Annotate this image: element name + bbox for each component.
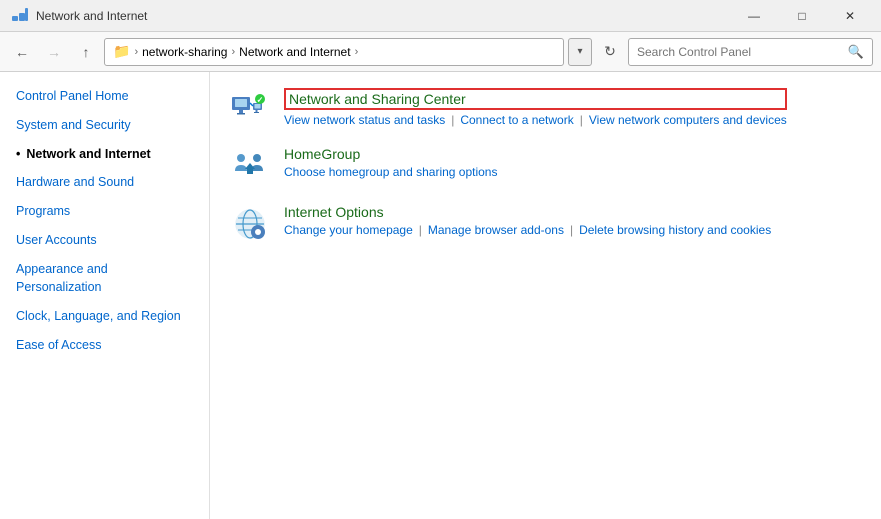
- up-button[interactable]: ↑: [72, 38, 100, 66]
- sidebar-item-network-internet[interactable]: Network and Internet: [0, 140, 209, 169]
- homegroup-sharing-options-link[interactable]: Choose homegroup and sharing options: [284, 165, 497, 179]
- sidebar-label-hardware-sound: Hardware and Sound: [16, 173, 134, 192]
- forward-button[interactable]: →: [40, 38, 68, 66]
- search-box: 🔍: [628, 38, 873, 66]
- manage-addons-link[interactable]: Manage browser add-ons: [428, 223, 564, 237]
- close-button[interactable]: ✕: [827, 0, 873, 32]
- sidebar-label-user-accounts: User Accounts: [16, 231, 97, 250]
- link-sep-1: |: [580, 113, 583, 127]
- sidebar-item-ease-of-access[interactable]: Ease of Access: [0, 331, 209, 360]
- path-separator-2: ›: [355, 46, 359, 58]
- sidebar-item-clock-language[interactable]: Clock, Language, and Region: [0, 302, 209, 331]
- homegroup-text: HomeGroup Choose homegroup and sharing o…: [284, 146, 497, 179]
- search-input[interactable]: [637, 45, 844, 59]
- network-sharing-icon-svg: ✓: [231, 89, 269, 127]
- network-sharing-item: ✓ Network and Sharing Center View networ…: [230, 88, 861, 128]
- sidebar-item-programs[interactable]: Programs: [0, 197, 209, 226]
- sidebar-label-system-security: System and Security: [16, 116, 131, 135]
- main-layout: Control Panel Home System and Security N…: [0, 72, 881, 519]
- connect-to-network-link[interactable]: Connect to a network: [460, 113, 573, 127]
- search-icon: 🔍: [848, 44, 864, 60]
- homegroup-icon-svg: [231, 147, 269, 185]
- view-computers-link[interactable]: View network computers and devices: [589, 113, 787, 127]
- internet-options-item: Internet Options Change your homepage | …: [230, 204, 861, 244]
- homegroup-item: HomeGroup Choose homegroup and sharing o…: [230, 146, 861, 186]
- change-homepage-link[interactable]: Change your homepage: [284, 223, 413, 237]
- address-bar: ← → ↑ 📁 › network-sharing › Network and …: [0, 32, 881, 72]
- window-icon: [12, 8, 28, 24]
- title-bar: Network and Internet — □ ✕: [0, 0, 881, 32]
- path-control-panel[interactable]: network-sharing: [142, 45, 227, 59]
- homegroup-links: Choose homegroup and sharing options: [284, 165, 497, 179]
- minimize-button[interactable]: —: [731, 0, 777, 32]
- sidebar-label-ease-of-access: Ease of Access: [16, 336, 101, 355]
- sidebar-label-programs: Programs: [16, 202, 70, 221]
- content-area: ✓ Network and Sharing Center View networ…: [210, 72, 881, 519]
- title-bar-left: Network and Internet: [12, 8, 147, 24]
- sidebar-label-network-internet: Network and Internet: [26, 145, 150, 164]
- internet-options-title[interactable]: Internet Options: [284, 204, 771, 220]
- internet-options-links: Change your homepage | Manage browser ad…: [284, 223, 771, 237]
- refresh-button[interactable]: ↻: [596, 38, 624, 66]
- address-path: 📁 › network-sharing › Network and Intern…: [104, 38, 564, 66]
- link-sep-2: |: [419, 223, 422, 237]
- sidebar-label-clock-language: Clock, Language, and Region: [16, 307, 181, 326]
- view-network-status-link[interactable]: View network status and tasks: [284, 113, 445, 127]
- network-sharing-title[interactable]: Network and Sharing Center: [284, 88, 787, 110]
- homegroup-icon: [230, 146, 270, 186]
- homegroup-title[interactable]: HomeGroup: [284, 146, 497, 162]
- maximize-button[interactable]: □: [779, 0, 825, 32]
- sidebar-label-appearance: Appearance and Personalization: [16, 260, 193, 298]
- network-sharing-links: View network status and tasks | Connect …: [284, 113, 787, 127]
- sidebar-item-system-security[interactable]: System and Security: [0, 111, 209, 140]
- internet-options-icon-svg: [231, 205, 269, 243]
- path-dropdown-button[interactable]: ▾: [568, 38, 592, 66]
- window-title: Network and Internet: [36, 9, 147, 23]
- path-separator-0: ›: [134, 46, 138, 58]
- network-sharing-icon: ✓: [230, 88, 270, 128]
- sidebar: Control Panel Home System and Security N…: [0, 72, 210, 519]
- internet-options-text: Internet Options Change your homepage | …: [284, 204, 771, 237]
- svg-text:✓: ✓: [257, 96, 264, 105]
- path-network-internet[interactable]: Network and Internet: [239, 45, 350, 59]
- link-sep-3: |: [570, 223, 573, 237]
- path-separator-1: ›: [231, 46, 235, 58]
- internet-options-icon: [230, 204, 270, 244]
- sidebar-label-control-panel-home: Control Panel Home: [16, 87, 129, 106]
- sidebar-item-user-accounts[interactable]: User Accounts: [0, 226, 209, 255]
- link-sep-0: |: [451, 113, 454, 127]
- folder-icon: 📁: [113, 43, 130, 60]
- sidebar-item-hardware-sound[interactable]: Hardware and Sound: [0, 168, 209, 197]
- network-sharing-text: Network and Sharing Center View network …: [284, 88, 787, 127]
- sidebar-item-appearance[interactable]: Appearance and Personalization: [0, 255, 209, 303]
- sidebar-item-control-panel-home[interactable]: Control Panel Home: [0, 82, 209, 111]
- back-button[interactable]: ←: [8, 38, 36, 66]
- delete-browsing-history-link[interactable]: Delete browsing history and cookies: [579, 223, 771, 237]
- window-controls: — □ ✕: [731, 0, 873, 32]
